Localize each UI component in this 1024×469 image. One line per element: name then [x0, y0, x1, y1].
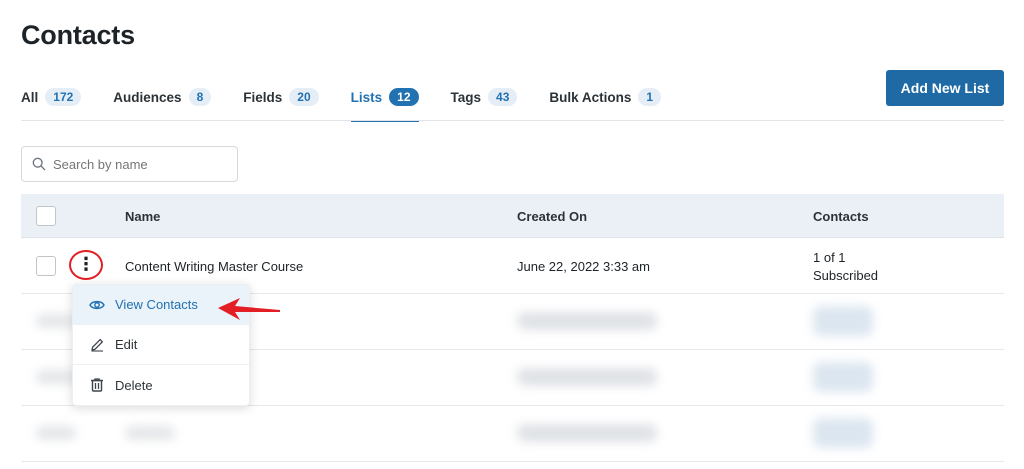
menu-item-label: Edit	[115, 337, 138, 352]
blurred-cell	[36, 426, 76, 440]
contacts-status: Subscribed	[813, 268, 879, 283]
page-title: Contacts	[21, 20, 135, 50]
add-new-list-button[interactable]: Add New List	[886, 70, 1004, 106]
table-row	[21, 406, 1004, 462]
kebab-menu-icon: ⋮	[77, 254, 95, 274]
tab-count-badge: 12	[389, 88, 419, 106]
column-header-name: Name	[125, 209, 161, 224]
blurred-cell	[517, 424, 657, 442]
blurred-cell	[813, 418, 873, 448]
column-header-created-on: Created On	[517, 209, 588, 224]
row-actions-button[interactable]: ⋮	[69, 250, 103, 280]
created-on-date: June 22, 2022 3:33 am	[517, 259, 650, 274]
tab-bulk-actions[interactable]: Bulk Actions 1	[549, 84, 662, 110]
tab-count-badge: 8	[188, 88, 212, 106]
blurred-cell	[36, 370, 76, 384]
eye-icon	[89, 300, 105, 309]
tab-fields[interactable]: Fields 20	[243, 84, 319, 110]
tabs-divider	[21, 120, 1004, 121]
tab-count-badge: 20	[289, 88, 319, 106]
tab-count-badge: 172	[45, 88, 82, 106]
blurred-cell	[36, 314, 76, 328]
tab-count-badge: 43	[488, 88, 518, 106]
tab-tags[interactable]: Tags 43	[451, 84, 518, 110]
menu-item-label: View Contacts	[115, 297, 198, 312]
menu-item-edit[interactable]: Edit	[73, 325, 249, 365]
column-header-contacts: Contacts	[813, 209, 869, 224]
menu-item-label: Delete	[115, 377, 153, 393]
table-header: Name Created On Contacts	[21, 194, 1004, 238]
tab-all[interactable]: All 172	[21, 84, 82, 110]
tab-audiences[interactable]: Audiences 8	[113, 84, 212, 110]
blurred-cell	[517, 368, 657, 386]
blurred-cell	[813, 362, 873, 392]
row-checkbox[interactable]	[36, 256, 56, 276]
select-all-checkbox[interactable]	[36, 206, 56, 226]
pencil-icon	[91, 338, 104, 352]
annotation-arrow-icon	[218, 298, 280, 320]
list-name: Content Writing Master Course	[125, 259, 304, 274]
blurred-cell	[517, 312, 657, 330]
menu-item-delete[interactable]: Delete	[73, 365, 249, 405]
search-box	[21, 146, 238, 182]
search-input[interactable]	[53, 156, 223, 172]
tab-count-badge: 1	[638, 88, 662, 106]
contacts-count-link[interactable]: 1 of 1	[813, 250, 846, 265]
blurred-cell	[125, 426, 175, 440]
trash-icon	[91, 378, 103, 392]
tab-lists[interactable]: Lists 12	[350, 84, 419, 122]
blurred-cell	[813, 306, 873, 336]
search-icon	[32, 157, 46, 171]
tabs-bar: All 172 Audiences 8 Fields 20 Lists 12 Tags 4…	[21, 84, 693, 122]
